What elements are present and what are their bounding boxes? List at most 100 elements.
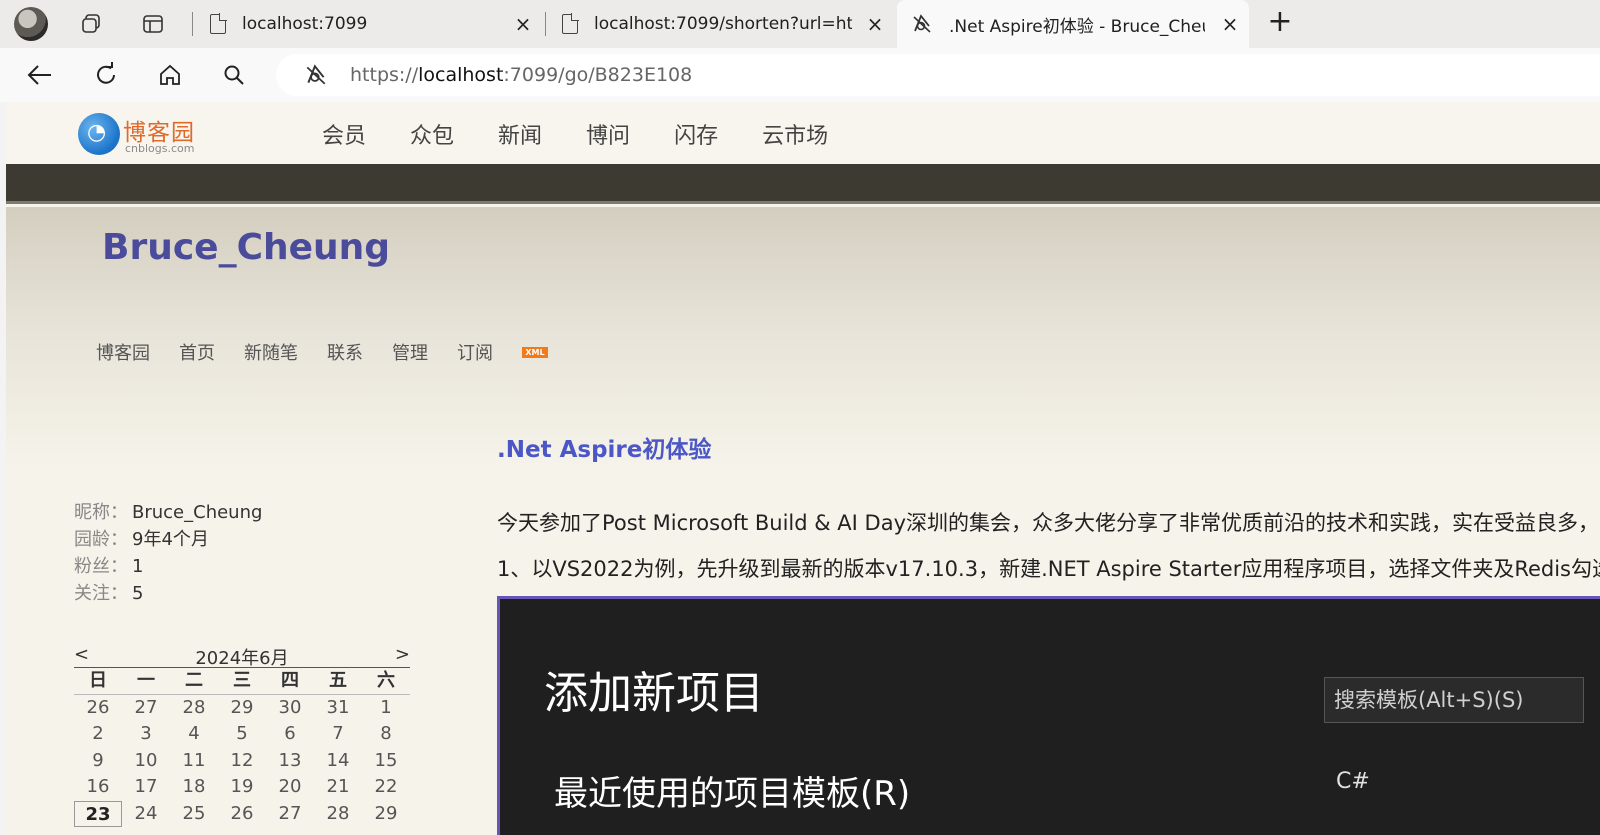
calendar-day[interactable]: 25 bbox=[170, 801, 218, 828]
calendar-grid: 日一二三四五六 26 27 28 29 30 31 1 2 3 4 5 6 7 8 9 10 11 12 13 14 15… bbox=[74, 668, 410, 827]
calendar-day[interactable]: 4 bbox=[170, 721, 218, 748]
calendar-day[interactable]: 19 bbox=[218, 774, 266, 801]
screenshot-search-box: 搜索模板(Alt+S)(S) bbox=[1324, 677, 1584, 723]
cnblogs-logo[interactable]: ◔ 博客园 cnblogs.com bbox=[78, 111, 208, 157]
screenshot-title: 添加新项目 bbox=[544, 668, 764, 719]
calendar-day[interactable]: 3 bbox=[122, 721, 170, 748]
calendar-weekday: 日 bbox=[74, 668, 122, 695]
calendar-day[interactable]: 27 bbox=[266, 801, 314, 828]
calendar-day[interactable]: 30 bbox=[266, 695, 314, 722]
site-nav-item[interactable]: 新闻 bbox=[498, 118, 542, 150]
site-nav-item[interactable]: 博问 bbox=[586, 118, 630, 150]
blog-nav-item[interactable]: 管理 bbox=[392, 339, 428, 365]
blog-nav-item[interactable]: 新随笔 bbox=[244, 339, 298, 365]
calendar-day[interactable]: 15 bbox=[362, 748, 410, 775]
calendar-day[interactable]: 13 bbox=[266, 748, 314, 775]
search-icon[interactable] bbox=[218, 59, 250, 91]
calendar-day[interactable]: 17 bbox=[122, 774, 170, 801]
tab-localhost[interactable]: localhost:7099 × bbox=[196, 0, 542, 48]
tab-shorten[interactable]: localhost:7099/shorten?url=https × bbox=[548, 0, 894, 48]
calendar-day[interactable]: 29 bbox=[218, 695, 266, 722]
calendar-day[interactable]: 7 bbox=[314, 721, 362, 748]
close-icon[interactable]: × bbox=[864, 13, 886, 35]
calendar-day[interactable]: 31 bbox=[314, 695, 362, 722]
url-path: :7099/go/B823E108 bbox=[503, 64, 693, 86]
blog-nav-item[interactable]: 订阅 bbox=[457, 339, 493, 365]
url-field[interactable]: https://localhost:7099/go/B823E108 bbox=[276, 54, 1600, 96]
calendar-prev-button[interactable]: < bbox=[74, 644, 89, 667]
calendar-day[interactable]: 26 bbox=[74, 695, 122, 722]
calendar-day[interactable]: 29 bbox=[362, 801, 410, 828]
site-nav-item[interactable]: 众包 bbox=[410, 118, 454, 150]
close-icon[interactable]: × bbox=[512, 13, 534, 35]
calendar-day[interactable]: 26 bbox=[218, 801, 266, 828]
blog-nav-item[interactable]: 首页 bbox=[179, 339, 215, 365]
calendar-weekday: 六 bbox=[362, 668, 410, 695]
calendar-day[interactable]: 2 bbox=[74, 721, 122, 748]
blog-nav-item[interactable]: 联系 bbox=[327, 339, 363, 365]
calendar-header: < 2024年6月 > bbox=[74, 644, 410, 669]
workspaces-icon[interactable] bbox=[77, 10, 105, 38]
site-nav-item[interactable]: 云市场 bbox=[762, 118, 828, 150]
calendar-day[interactable]: 5 bbox=[218, 721, 266, 748]
tab-strip: localhost:7099 × localhost:7099/shorten?… bbox=[0, 0, 1600, 48]
calendar-month: 2024年6月 bbox=[195, 648, 289, 669]
profile-info: 昵称： Bruce_Cheung 园龄： 9年4个月 粉丝： 1 关注： 5 bbox=[74, 499, 262, 607]
url-scheme: https:// bbox=[350, 64, 419, 86]
calendar-day[interactable]: 20 bbox=[266, 774, 314, 801]
tab-divider bbox=[545, 12, 546, 36]
rss-logo-icon: ◔ bbox=[78, 113, 120, 155]
calendar-day[interactable]: 1 bbox=[362, 695, 410, 722]
calendar-today[interactable]: 23 bbox=[74, 800, 122, 827]
calendar-day[interactable]: 24 bbox=[122, 801, 170, 828]
tab-active-post[interactable]: .Net Aspire初体验 - Bruce_Cheun × bbox=[897, 0, 1249, 48]
blog-title[interactable]: Bruce_Cheung bbox=[102, 227, 390, 268]
url-host: localhost bbox=[418, 64, 504, 86]
tab-title: localhost:7099 bbox=[242, 14, 368, 34]
blog-nav: 博客园 首页 新随笔 联系 管理 订阅 XML bbox=[96, 339, 548, 365]
calendar-day[interactable]: 21 bbox=[314, 774, 362, 801]
calendar-day[interactable]: 12 bbox=[218, 748, 266, 775]
blog-nav-item[interactable]: 博客园 bbox=[96, 339, 150, 365]
new-tab-icon[interactable]: + bbox=[1266, 7, 1294, 37]
calendar-day[interactable]: 9 bbox=[74, 748, 122, 775]
tab-title: .Net Aspire初体验 - Bruce_Cheun bbox=[949, 16, 1205, 37]
calendar-next-button[interactable]: > bbox=[395, 644, 410, 667]
calendar-day[interactable]: 16 bbox=[74, 774, 122, 801]
screenshot-language: C# bbox=[1336, 769, 1370, 794]
post-title[interactable]: .Net Aspire初体验 bbox=[497, 430, 711, 464]
profile-followers[interactable]: 1 bbox=[132, 553, 143, 580]
profile-avatar[interactable] bbox=[14, 7, 48, 41]
calendar-day[interactable]: 18 bbox=[170, 774, 218, 801]
header-band bbox=[6, 164, 1600, 204]
calendar-day[interactable]: 10 bbox=[122, 748, 170, 775]
calendar-day[interactable]: 28 bbox=[170, 695, 218, 722]
screenshot-recent-heading: 最近使用的项目模板(R) bbox=[554, 774, 911, 814]
site-info-icon[interactable] bbox=[304, 63, 328, 87]
site-nav-item[interactable]: 会员 bbox=[322, 118, 366, 150]
vertical-tabs-icon[interactable] bbox=[139, 10, 167, 38]
site-nav-item[interactable]: 闪存 bbox=[674, 118, 718, 150]
profile-age[interactable]: 9年4个月 bbox=[132, 526, 209, 553]
home-icon[interactable] bbox=[154, 59, 186, 91]
logo-domain: cnblogs.com bbox=[125, 142, 195, 155]
profile-nickname[interactable]: Bruce_Cheung bbox=[132, 499, 262, 526]
calendar-day[interactable]: 28 bbox=[314, 801, 362, 828]
calendar-weekday: 三 bbox=[218, 668, 266, 695]
calendar: < 2024年6月 > 日一二三四五六 26 27 28 29 30 31 1 2 3 4 5 6 7 8 9… bbox=[74, 644, 410, 827]
close-icon[interactable]: × bbox=[1219, 13, 1241, 35]
site-header: ◔ 博客园 cnblogs.com 会员 众包 新闻 博问 闪存 云市场 bbox=[6, 102, 1600, 164]
refresh-icon[interactable] bbox=[90, 59, 122, 91]
xml-feed-icon[interactable]: XML bbox=[522, 346, 548, 358]
tab-title: localhost:7099/shorten?url=https bbox=[594, 14, 852, 34]
calendar-day[interactable]: 6 bbox=[266, 721, 314, 748]
calendar-day[interactable]: 8 bbox=[362, 721, 410, 748]
calendar-day[interactable]: 22 bbox=[362, 774, 410, 801]
back-icon[interactable] bbox=[24, 59, 56, 91]
calendar-day[interactable]: 27 bbox=[122, 695, 170, 722]
site-nav: 会员 众包 新闻 博问 闪存 云市场 bbox=[322, 118, 872, 150]
calendar-day[interactable]: 11 bbox=[170, 748, 218, 775]
page-icon bbox=[210, 13, 227, 34]
calendar-day[interactable]: 14 bbox=[314, 748, 362, 775]
profile-following[interactable]: 5 bbox=[132, 580, 143, 607]
